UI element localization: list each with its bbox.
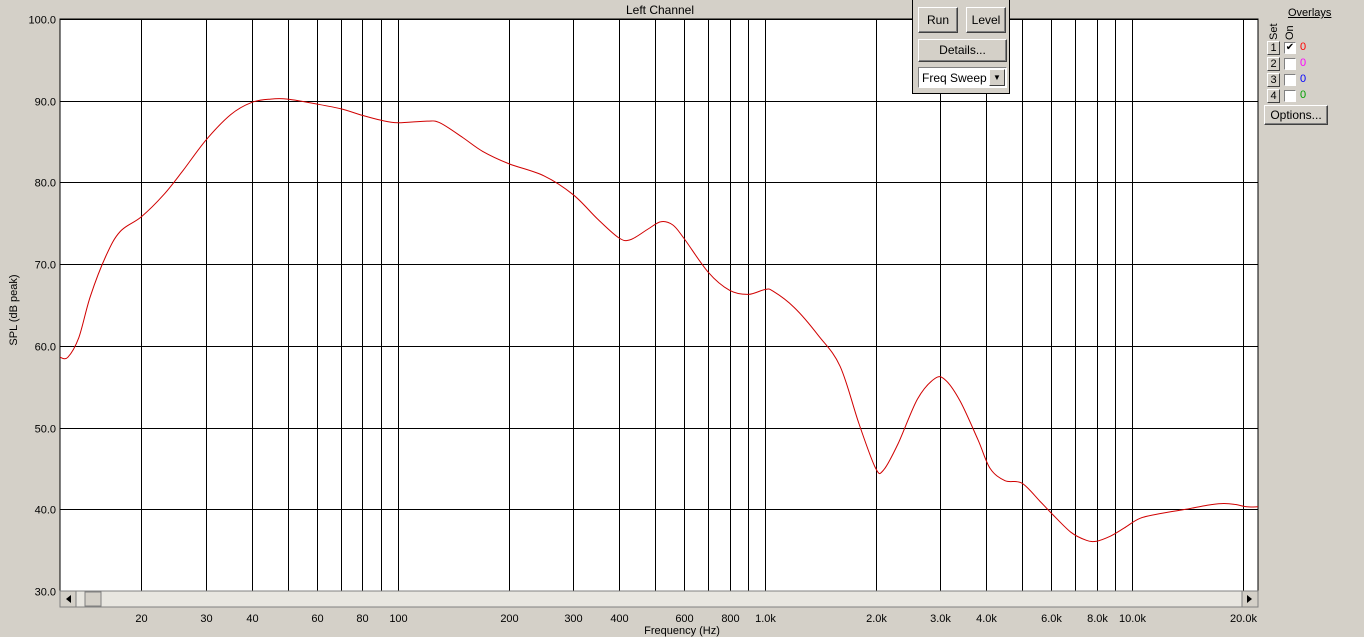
on-column-label: On (1284, 25, 1296, 40)
x-tick-labels: 20 30 40 60 80 100 200 300 400 600 800 1.0k 2.0k 3.0k… (135, 613, 1257, 625)
x-tick-label: 10.0k (1119, 613, 1146, 625)
x-tick-label: 6.0k (1041, 613, 1062, 625)
run-button[interactable]: Run (918, 7, 958, 33)
x-tick-label: 30 (200, 613, 212, 625)
overlay-on-checkbox-2[interactable] (1284, 58, 1296, 70)
x-axis-label: Frequency (Hz) (644, 625, 720, 637)
x-tick-label: 1.0k (755, 613, 776, 625)
x-tick-label: 400 (610, 613, 628, 625)
details-button[interactable]: Details... (918, 39, 1007, 62)
overlay-count-2: 0 (1300, 57, 1307, 69)
overlay-row-4: 40 (1267, 89, 1347, 104)
overlay-on-checkbox-1[interactable]: ✔ (1284, 42, 1296, 54)
overlay-set-button-1[interactable]: 1 (1267, 41, 1280, 55)
options-button[interactable]: Options... (1264, 105, 1328, 125)
overlay-count-1: 0 (1300, 41, 1307, 53)
frequency-response-chart: 100.0 90.0 80.0 70.0 60.0 50.0 40.0 30.0 20 30 40… (8, 3, 1259, 637)
x-tick-label: 80 (356, 613, 368, 625)
set-column-label: Set (1268, 23, 1280, 40)
y-tick-label: 80.0 (35, 178, 56, 190)
y-tick-label: 70.0 (35, 260, 56, 272)
y-axis-label: SPL (dB peak) (8, 274, 20, 345)
measurement-control-panel: Run Level Details... Freq Sweep ▼ (912, 0, 1010, 94)
chart-title: Left Channel (626, 3, 694, 17)
overlay-count-4: 0 (1300, 89, 1307, 101)
x-tick-label: 800 (721, 613, 739, 625)
overlays-panel: Overlays Set On 1 ✔ 0 2 0 3 0 4 0 Options... (1262, 0, 1364, 637)
y-tick-label: 40.0 (35, 505, 56, 517)
x-tick-label: 200 (500, 613, 518, 625)
y-tick-label: 100.0 (28, 15, 56, 27)
y-tick-label: 30.0 (35, 587, 56, 599)
overlay-set-button-3[interactable]: 3 (1267, 73, 1280, 87)
x-tick-label: 3.0k (930, 613, 951, 625)
plot-area (60, 19, 1258, 591)
x-tick-label: 40 (246, 613, 258, 625)
x-tick-label: 600 (675, 613, 693, 625)
mode-select-value: Freq Sweep (922, 71, 987, 85)
x-tick-label: 4.0k (976, 613, 997, 625)
y-tick-label: 90.0 (35, 97, 56, 109)
y-tick-labels: 100.0 90.0 80.0 70.0 60.0 50.0 40.0 30.0 (28, 15, 56, 599)
overlays-title: Overlays (1288, 7, 1332, 19)
overlay-row-3: 30 (1267, 73, 1347, 88)
x-tick-label: 2.0k (866, 613, 887, 625)
x-tick-label: 8.0k (1087, 613, 1108, 625)
overlay-row-2: 20 (1267, 57, 1347, 72)
overlay-count-3: 0 (1300, 73, 1307, 85)
x-tick-label: 20 (135, 613, 147, 625)
x-tick-label: 300 (564, 613, 582, 625)
scroll-thumb[interactable] (84, 591, 102, 607)
overlay-on-checkbox-4[interactable] (1284, 90, 1296, 102)
level-button[interactable]: Level (966, 7, 1006, 33)
h-scrollbar-track[interactable] (59, 590, 1259, 608)
overlay-set-button-2[interactable]: 2 (1267, 57, 1280, 71)
overlay-set-button-4[interactable]: 4 (1267, 89, 1280, 103)
chevron-down-icon[interactable]: ▼ (989, 69, 1005, 86)
x-tick-label: 60 (311, 613, 323, 625)
y-tick-label: 50.0 (35, 424, 56, 436)
mode-select[interactable]: Freq Sweep ▼ (918, 67, 1007, 88)
x-tick-label: 20.0k (1230, 613, 1257, 625)
x-tick-label: 100 (389, 613, 407, 625)
y-tick-label: 60.0 (35, 342, 56, 354)
overlay-on-checkbox-3[interactable] (1284, 74, 1296, 86)
overlay-row-1: 1 ✔ 0 (1267, 41, 1347, 56)
